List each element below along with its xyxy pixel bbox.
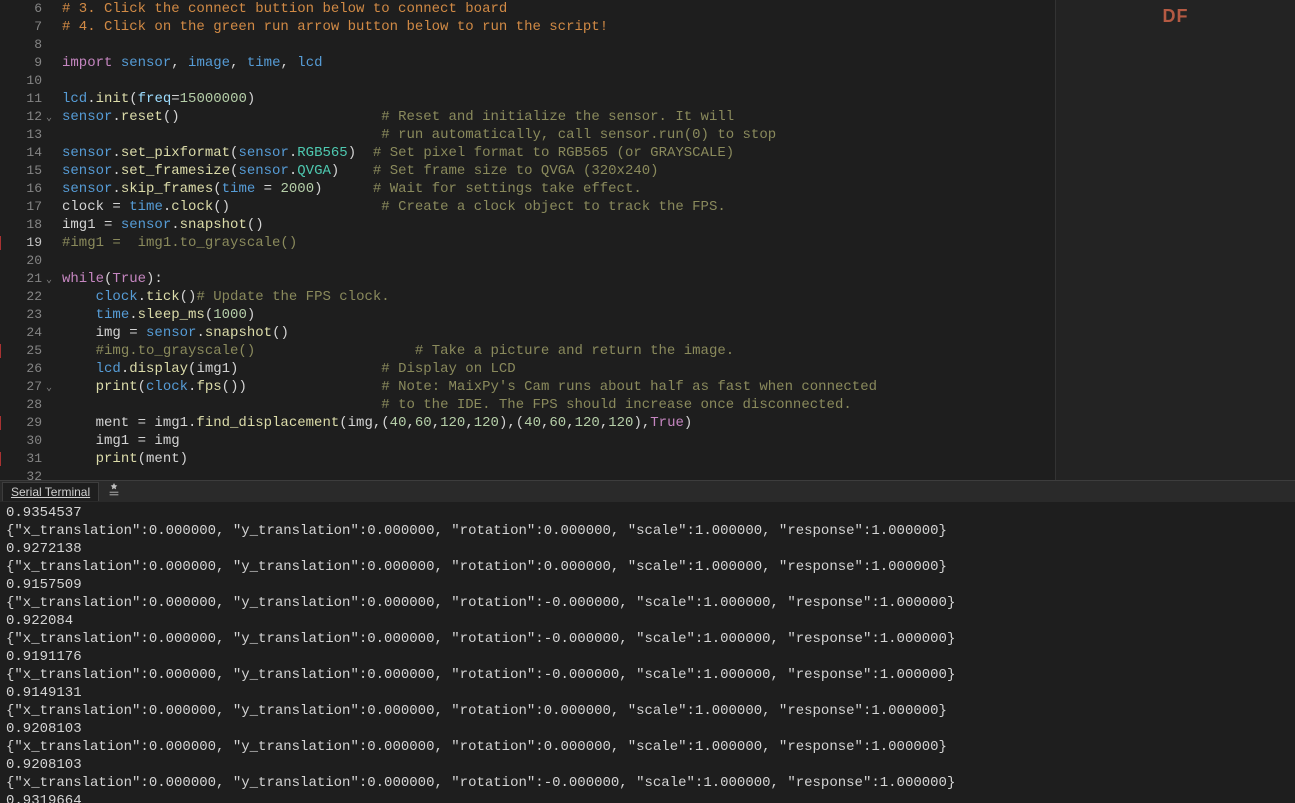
terminal-line: 0.9208103 <box>6 756 1289 774</box>
line-number[interactable]: 15 <box>0 162 42 180</box>
code-line[interactable]: sensor.skip_frames(time = 2000) # Wait f… <box>62 180 1055 198</box>
terminal-line: 0.922084 <box>6 612 1289 630</box>
code-editor[interactable]: 6789101112⌄131415161718192021⌄2223242526… <box>0 0 1055 480</box>
line-number[interactable]: 23 <box>0 306 42 324</box>
fold-icon[interactable]: ⌄ <box>46 110 52 128</box>
terminal-line: 0.9149131 <box>6 684 1289 702</box>
code-line[interactable]: sensor.set_pixformat(sensor.RGB565) # Se… <box>62 144 1055 162</box>
code-line[interactable]: time.sleep_ms(1000) <box>62 306 1055 324</box>
line-number[interactable]: 26 <box>0 360 42 378</box>
line-number-gutter[interactable]: 6789101112⌄131415161718192021⌄2223242526… <box>0 0 48 480</box>
code-line[interactable]: sensor.set_framesize(sensor.QVGA) # Set … <box>62 162 1055 180</box>
line-number[interactable]: 7 <box>0 18 42 36</box>
code-line[interactable]: # 4. Click on the green run arrow button… <box>62 18 1055 36</box>
terminal-line: 0.9272138 <box>6 540 1289 558</box>
code-line[interactable]: # 3. Click the connect buttion below to … <box>62 0 1055 18</box>
code-line[interactable]: img1 = img <box>62 432 1055 450</box>
code-content[interactable]: # 3. Click the connect buttion below to … <box>48 0 1055 480</box>
line-number[interactable]: 13 <box>0 126 42 144</box>
line-number[interactable]: 19 <box>0 234 42 252</box>
line-number[interactable]: 9 <box>0 54 42 72</box>
line-number[interactable]: 16 <box>0 180 42 198</box>
code-line[interactable]: #img.to_grayscale() # Take a picture and… <box>62 342 1055 360</box>
terminal-line: {"x_translation":0.000000, "y_translatio… <box>6 522 1289 540</box>
line-number[interactable]: 32 <box>0 468 42 480</box>
terminal-header: Serial Terminal <box>0 480 1295 502</box>
modified-marker <box>0 236 1 250</box>
terminal-line: {"x_translation":0.000000, "y_translatio… <box>6 666 1289 684</box>
code-line[interactable]: ment = img1.find_displacement(img,(40,60… <box>62 414 1055 432</box>
modified-marker <box>0 452 1 466</box>
terminal-line: 0.9157509 <box>6 576 1289 594</box>
code-line[interactable]: lcd.init(freq=15000000) <box>62 90 1055 108</box>
code-line[interactable]: import sensor, image, time, lcd <box>62 54 1055 72</box>
preview-panel: DF <box>1055 0 1295 480</box>
line-number[interactable]: 10 <box>0 72 42 90</box>
line-number[interactable]: 6 <box>0 0 42 18</box>
line-number[interactable]: 21⌄ <box>0 270 42 288</box>
line-number[interactable]: 24 <box>0 324 42 342</box>
serial-terminal-output[interactable]: 0.9354537{"x_translation":0.000000, "y_t… <box>0 502 1295 803</box>
terminal-line: {"x_translation":0.000000, "y_translatio… <box>6 738 1289 756</box>
line-number[interactable]: 11 <box>0 90 42 108</box>
fold-icon[interactable]: ⌄ <box>46 380 52 398</box>
terminal-line: 0.9208103 <box>6 720 1289 738</box>
line-number[interactable]: 14 <box>0 144 42 162</box>
line-number[interactable]: 20 <box>0 252 42 270</box>
terminal-line: 0.9191176 <box>6 648 1289 666</box>
fold-icon[interactable]: ⌄ <box>46 272 52 290</box>
line-number[interactable]: 12⌄ <box>0 108 42 126</box>
line-number[interactable]: 17 <box>0 198 42 216</box>
line-number[interactable]: 28 <box>0 396 42 414</box>
terminal-line: 0.9319664 <box>6 792 1289 803</box>
code-line[interactable]: clock = time.clock() # Create a clock ob… <box>62 198 1055 216</box>
code-line[interactable] <box>62 468 1055 480</box>
code-line[interactable]: # run automatically, call sensor.run(0) … <box>62 126 1055 144</box>
terminal-tab[interactable]: Serial Terminal <box>2 482 99 501</box>
code-line[interactable]: img1 = sensor.snapshot() <box>62 216 1055 234</box>
code-line[interactable]: sensor.reset() # Reset and initialize th… <box>62 108 1055 126</box>
terminal-line: 0.9354537 <box>6 504 1289 522</box>
terminal-line: {"x_translation":0.000000, "y_translatio… <box>6 702 1289 720</box>
line-number[interactable]: 8 <box>0 36 42 54</box>
code-line[interactable]: print(ment) <box>62 450 1055 468</box>
line-number[interactable]: 18 <box>0 216 42 234</box>
code-line[interactable]: clock.tick()# Update the FPS clock. <box>62 288 1055 306</box>
code-line[interactable]: # to the IDE. The FPS should increase on… <box>62 396 1055 414</box>
terminal-line: {"x_translation":0.000000, "y_translatio… <box>6 594 1289 612</box>
line-number[interactable]: 29 <box>0 414 42 432</box>
line-number[interactable]: 30 <box>0 432 42 450</box>
code-line[interactable]: #img1 = img1.to_grayscale() <box>62 234 1055 252</box>
code-line[interactable] <box>62 36 1055 54</box>
code-line[interactable]: while(True): <box>62 270 1055 288</box>
line-number[interactable]: 25 <box>0 342 42 360</box>
brand-badge: DF <box>1163 6 1189 27</box>
terminal-line: {"x_translation":0.000000, "y_translatio… <box>6 630 1289 648</box>
terminal-line: {"x_translation":0.000000, "y_translatio… <box>6 558 1289 576</box>
code-line[interactable]: img = sensor.snapshot() <box>62 324 1055 342</box>
code-line[interactable] <box>62 252 1055 270</box>
code-line[interactable]: lcd.display(img1) # Display on LCD <box>62 360 1055 378</box>
code-line[interactable] <box>62 72 1055 90</box>
terminal-line: {"x_translation":0.000000, "y_translatio… <box>6 774 1289 792</box>
terminal-settings-icon[interactable] <box>107 483 121 500</box>
line-number[interactable]: 31 <box>0 450 42 468</box>
code-line[interactable]: print(clock.fps()) # Note: MaixPy's Cam … <box>62 378 1055 396</box>
line-number[interactable]: 22 <box>0 288 42 306</box>
line-number[interactable]: 27⌄ <box>0 378 42 396</box>
modified-marker <box>0 416 1 430</box>
modified-marker <box>0 344 1 358</box>
